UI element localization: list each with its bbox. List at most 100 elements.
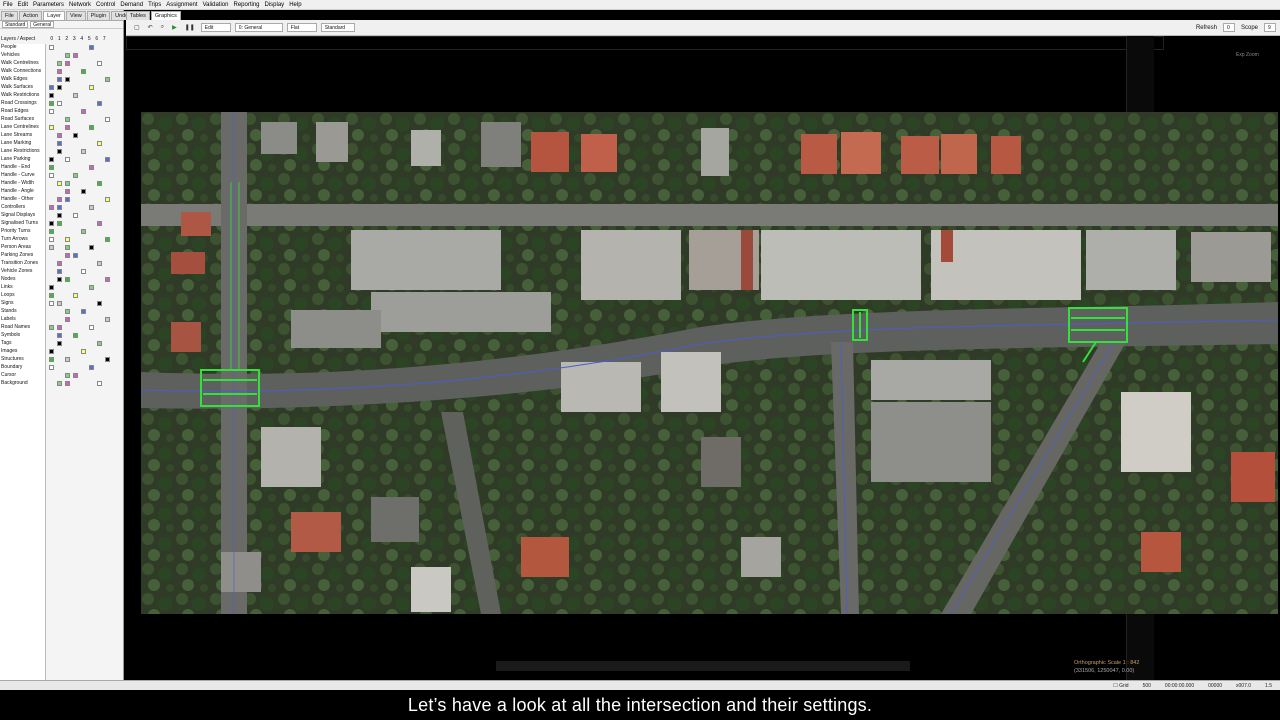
- aspect-cell[interactable]: [49, 109, 54, 114]
- aspect-cell[interactable]: [81, 309, 86, 314]
- aspect-cell[interactable]: [57, 69, 62, 74]
- aspect-cell[interactable]: [73, 133, 78, 138]
- aspect-cell[interactable]: [65, 53, 70, 58]
- aspect-cell[interactable]: [97, 341, 102, 346]
- layer-walk-restrictions[interactable]: Walk Restrictions: [1, 92, 39, 99]
- tab-graphics[interactable]: Graphics: [150, 11, 181, 20]
- menu-item-reporting[interactable]: Reporting: [233, 2, 259, 8]
- layer-signs[interactable]: Signs: [1, 300, 14, 307]
- grid-value[interactable]: 500: [1143, 683, 1151, 689]
- tab-plugin[interactable]: Plugin: [86, 11, 111, 20]
- layer-people[interactable]: People: [1, 44, 17, 51]
- layer-stands[interactable]: Stands: [1, 308, 17, 315]
- aspect-cell[interactable]: [97, 381, 102, 386]
- aspect-cell[interactable]: [49, 357, 54, 362]
- aspect-cell[interactable]: [73, 213, 78, 218]
- view-preset-select[interactable]: Standard: [2, 21, 29, 28]
- aspect-cell[interactable]: [97, 101, 102, 106]
- aspect-cell[interactable]: [49, 325, 54, 330]
- aspect-cell[interactable]: [57, 301, 62, 306]
- aspect-cell[interactable]: [81, 349, 86, 354]
- tab-layer[interactable]: Layer: [43, 11, 65, 20]
- aspect-cell[interactable]: [73, 53, 78, 58]
- aspect-cell[interactable]: [49, 205, 54, 210]
- aspect-cell[interactable]: [81, 269, 86, 274]
- layer-boundary[interactable]: Boundary: [1, 364, 22, 371]
- layer-background[interactable]: Background: [1, 380, 28, 387]
- layer-lane-centrelines[interactable]: Lane Centrelines: [1, 124, 39, 131]
- layer-walk-connections[interactable]: Walk Connections: [1, 68, 41, 75]
- aspect-cell[interactable]: [81, 109, 86, 114]
- layer-parking-zones[interactable]: Parking Zones: [1, 252, 33, 259]
- aspect-cell[interactable]: [57, 149, 62, 154]
- aspect-cell[interactable]: [49, 45, 54, 50]
- menu-item-display[interactable]: Display: [265, 2, 285, 8]
- menu-item-validation[interactable]: Validation: [203, 2, 229, 8]
- aspect-cell[interactable]: [57, 181, 62, 186]
- layer-transition-zones[interactable]: Transition Zones: [1, 260, 38, 267]
- zoom-icon[interactable]: ⌕: [159, 24, 166, 31]
- layer-lane-marking[interactable]: Lane Marking: [1, 140, 31, 147]
- aspect-cell[interactable]: [65, 77, 70, 82]
- layer-walk-centrelines[interactable]: Walk Centrelines: [1, 60, 39, 67]
- menu-item-help[interactable]: Help: [289, 2, 301, 8]
- layer-person-areas[interactable]: Person Areas: [1, 244, 31, 251]
- aspect-cell[interactable]: [65, 381, 70, 386]
- menu-item-assignment[interactable]: Assignment: [166, 2, 197, 8]
- aspect-cell[interactable]: [49, 237, 54, 242]
- pause-icon[interactable]: ❚❚: [183, 24, 197, 31]
- aspect-cell[interactable]: [65, 181, 70, 186]
- edit-select[interactable]: Edit: [200, 23, 231, 32]
- aspect-cell[interactable]: [65, 189, 70, 194]
- aspect-cell[interactable]: [57, 133, 62, 138]
- layer-structures[interactable]: Structures: [1, 356, 24, 363]
- layer-turn-arrows[interactable]: Turn Arrows: [1, 236, 28, 243]
- menu-item-control[interactable]: Control: [96, 2, 115, 8]
- aspect-cell[interactable]: [97, 301, 102, 306]
- aspect-cell[interactable]: [65, 317, 70, 322]
- aspect-cell[interactable]: [49, 221, 54, 226]
- tab-tables[interactable]: Tables: [126, 11, 150, 20]
- aspect-cell[interactable]: [89, 205, 94, 210]
- aspect-cell[interactable]: [97, 221, 102, 226]
- aspect-cell[interactable]: [49, 165, 54, 170]
- layer-lane-restrictions[interactable]: Lane Restrictions: [1, 148, 40, 155]
- aspect-cell[interactable]: [73, 333, 78, 338]
- layer-handle-other[interactable]: Handle - Other: [1, 196, 34, 203]
- aspect-cell[interactable]: [65, 245, 70, 250]
- grid-toggle[interactable]: ☐ Grid: [1113, 683, 1128, 689]
- layer-select[interactable]: 0: General: [234, 23, 283, 32]
- layer-nodes[interactable]: Nodes: [1, 276, 15, 283]
- aspect-cell[interactable]: [65, 61, 70, 66]
- aspect-cell[interactable]: [57, 205, 62, 210]
- aspect-cell[interactable]: [57, 325, 62, 330]
- aspect-cell[interactable]: [89, 125, 94, 130]
- speed-value[interactable]: 1.5: [1265, 683, 1272, 689]
- play-icon[interactable]: ▶: [170, 24, 179, 31]
- aspect-cell[interactable]: [105, 277, 110, 282]
- aspect-cell[interactable]: [57, 197, 62, 202]
- aspect-cell[interactable]: [105, 357, 110, 362]
- aspect-cell[interactable]: [97, 181, 102, 186]
- aspect-cell[interactable]: [49, 245, 54, 250]
- layer-walk-surfaces[interactable]: Walk Surfaces: [1, 84, 33, 91]
- new-icon[interactable]: ▢: [132, 24, 142, 31]
- menu-item-demand[interactable]: Demand: [120, 2, 143, 8]
- layer-tags[interactable]: Tags: [1, 340, 12, 347]
- layer-lane-streams[interactable]: Lane Streams: [1, 132, 32, 139]
- layer-road-surfaces[interactable]: Road Surfaces: [1, 116, 34, 123]
- aspect-cell[interactable]: [89, 85, 94, 90]
- aspect-cell[interactable]: [49, 301, 54, 306]
- aspect-cell[interactable]: [81, 229, 86, 234]
- aspect-cell[interactable]: [57, 341, 62, 346]
- layer-walk-edges[interactable]: Walk Edges: [1, 76, 28, 83]
- aspect-cell[interactable]: [105, 117, 110, 122]
- layer-images[interactable]: Images: [1, 348, 17, 355]
- aspect-cell[interactable]: [57, 261, 62, 266]
- aspect-cell[interactable]: [81, 189, 86, 194]
- aspect-cell[interactable]: [73, 373, 78, 378]
- aspect-cell[interactable]: [57, 77, 62, 82]
- layer-road-names[interactable]: Road Names: [1, 324, 30, 331]
- layer-controllers[interactable]: Controllers: [1, 204, 25, 211]
- style-select[interactable]: Standard: [320, 23, 355, 32]
